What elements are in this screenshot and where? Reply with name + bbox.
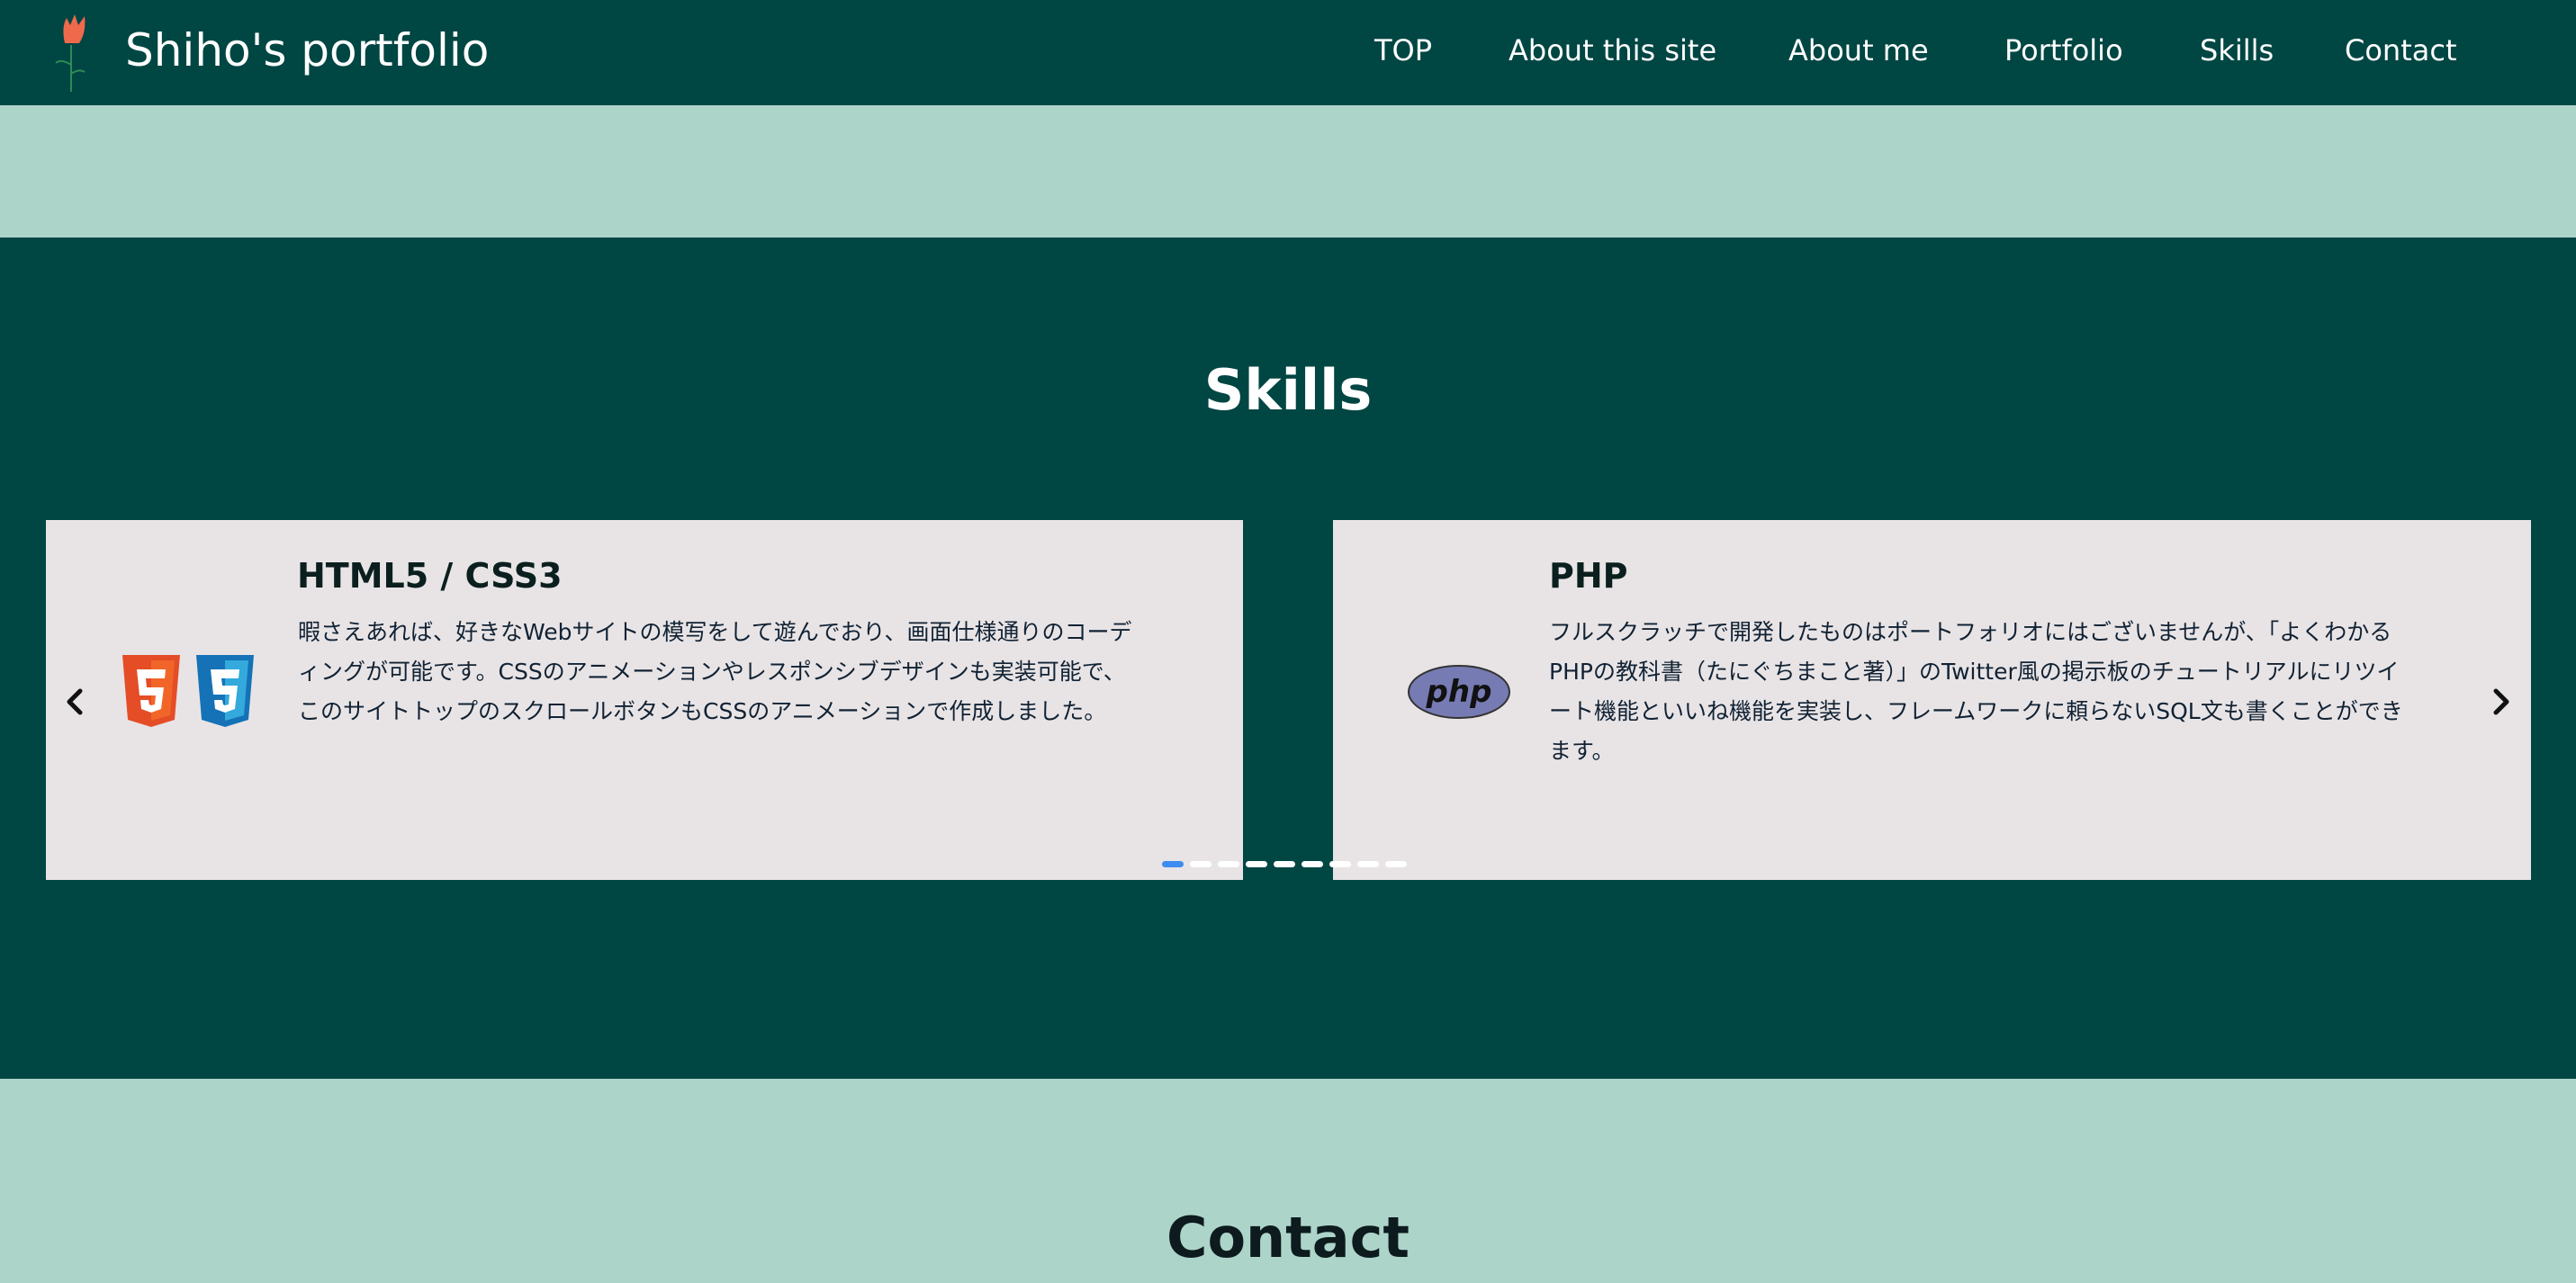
nav-item-portfolio[interactable]: Portfolio: [2004, 29, 2123, 72]
css3-icon: [196, 655, 254, 727]
skill-card-php: php PHP フルスクラッチで開発したものはポートフォリオにはございませんが、…: [1333, 520, 2531, 880]
card-title-php: PHP: [1549, 556, 1628, 596]
card-text-line: PHPの教科書（たにぐちまこと著）」のTwitter風の掲示板のチュートリアルに…: [1549, 659, 2400, 685]
card-text-line: ます。: [1549, 738, 1615, 764]
pagination-dot[interactable]: [1357, 861, 1379, 867]
carousel-prev-arrow-icon[interactable]: [58, 684, 94, 720]
card-text-line: 暇さえあれば、好きなWebサイトの模写をして遊んでおり、画面仕様通りのコーデ: [298, 619, 1132, 645]
nav-item-contact[interactable]: Contact: [2345, 29, 2457, 72]
contact-heading: Contact: [1166, 1205, 1410, 1270]
card-text-line: このサイトトップのスクロールボタンもCSSのアニメーションで作成しました。: [298, 698, 1107, 724]
nav-item-skills[interactable]: Skills: [2200, 29, 2274, 72]
top-band: [0, 105, 2576, 238]
card-text-line: フルスクラッチで開発したものはポートフォリオにはございませんが、「よくわかる: [1549, 619, 2392, 645]
main-nav: TOP About this site About me Portfolio S…: [0, 29, 2576, 74]
site-header: Shiho's portfolio TOP About this site Ab…: [0, 0, 2576, 105]
card-text-line: ィングが可能です。CSSのアニメーションやレスポンシブデザインも実装可能で、: [298, 659, 1126, 685]
card-text-php: フルスクラッチで開発したものはポートフォリオにはございませんが、「よくわかる P…: [1549, 613, 2503, 771]
pagination-dot[interactable]: [1302, 861, 1323, 867]
skills-section: Skills HTML5 / CSS3 暇さえあれば、好きなWebサイトの模写を…: [0, 238, 2576, 1079]
pagination-dot[interactable]: [1190, 861, 1211, 867]
card-text-html-css: 暇さえあれば、好きなWebサイトの模写をして遊んでおり、画面仕様通りのコーデ ィ…: [298, 613, 1216, 731]
carousel-pagination: [1160, 861, 1430, 870]
php-icon: php: [1408, 665, 1510, 719]
pagination-dot[interactable]: [1162, 861, 1184, 867]
html5-icon: [122, 655, 180, 727]
skill-card-html-css: HTML5 / CSS3 暇さえあれば、好きなWebサイトの模写をして遊んでおり…: [46, 520, 1243, 880]
php-logo-text: php: [1426, 674, 1492, 710]
pagination-dot[interactable]: [1218, 861, 1239, 867]
pagination-dot[interactable]: [1385, 861, 1407, 867]
card-title-html-css: HTML5 / CSS3: [297, 556, 563, 596]
pagination-dot[interactable]: [1329, 861, 1351, 867]
nav-item-about-this-site[interactable]: About this site: [1509, 29, 1716, 72]
skills-heading: Skills: [1203, 357, 1373, 423]
carousel-next-arrow-icon[interactable]: [2482, 684, 2518, 720]
nav-item-about-me[interactable]: About me: [1788, 29, 1929, 72]
pagination-dot[interactable]: [1274, 861, 1295, 867]
pagination-dot[interactable]: [1246, 861, 1267, 867]
card-text-line: ート機能といいね機能を実装し、フレームワークに頼らないSQL文も書くことができ: [1549, 698, 2403, 724]
nav-item-top[interactable]: TOP: [1374, 29, 1432, 72]
